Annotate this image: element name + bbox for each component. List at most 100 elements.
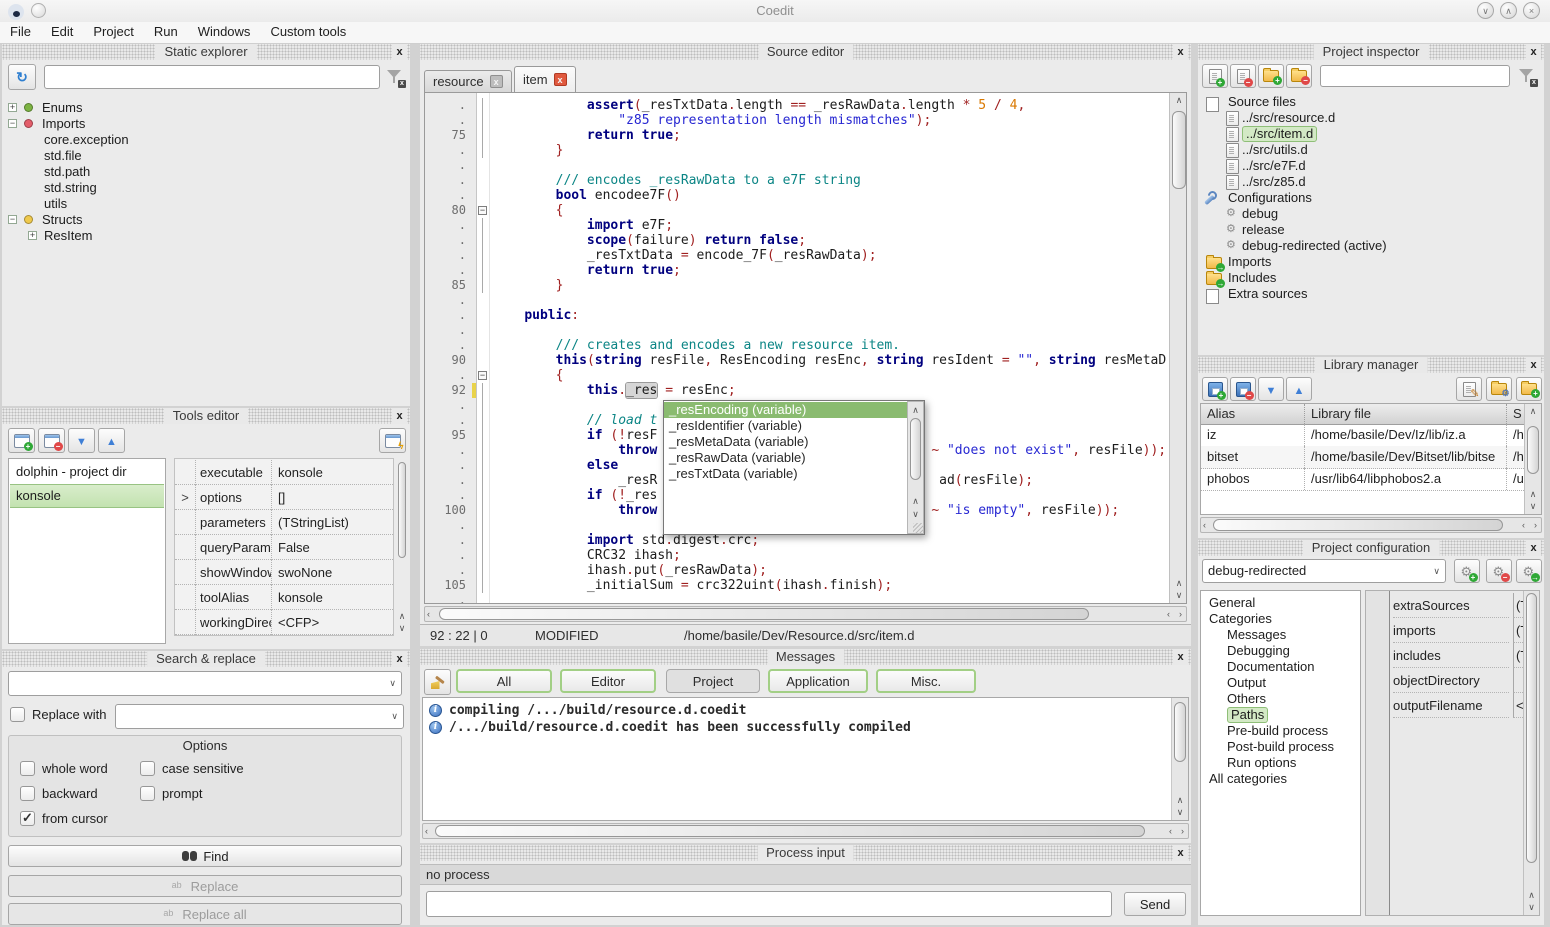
scroll-up-icon[interactable]: ∧ [1170, 94, 1187, 106]
menu-item-custom-tools[interactable]: Custom tools [260, 22, 356, 42]
move-tool-down-button[interactable] [68, 428, 95, 453]
option-checkbox-prompt[interactable] [140, 786, 155, 801]
replace-all-button[interactable]: Replace all [8, 903, 402, 925]
fold-collapse-icon[interactable]: − [478, 371, 487, 380]
option-checkbox-whole-word[interactable] [20, 761, 35, 776]
menu-item-file[interactable]: File [0, 22, 41, 42]
tree-item[interactable]: +Enums [2, 100, 408, 116]
message-row[interactable]: /.../build/resource.d.coedit has been su… [427, 719, 1168, 736]
tree-item[interactable]: core.exception [2, 132, 408, 148]
project-tree-item[interactable]: →Imports [1198, 254, 1542, 270]
tools-grid-scrollbar[interactable]: ∧∧∨ [396, 458, 408, 636]
scroll-down-icon[interactable]: ∨ [1172, 806, 1188, 818]
scroll-thumb[interactable] [439, 608, 1089, 620]
configuration-categories[interactable]: GeneralCategoriesMessagesDebuggingDocume… [1200, 590, 1361, 916]
close-panel-icon[interactable]: x [1173, 44, 1188, 60]
column-header[interactable]: Alias [1201, 404, 1304, 424]
scroll-thumb[interactable] [910, 418, 921, 480]
scroll-left-icon[interactable]: ‹ [1169, 825, 1172, 837]
scroll-up-icon[interactable]: ∧ [908, 404, 923, 416]
completion-item[interactable]: _resTxtData (variable) [664, 466, 907, 482]
editor-tab-item[interactable]: itemx [514, 66, 576, 92]
tool-list-item[interactable]: dolphin - project dir [10, 460, 164, 484]
project-tree-item[interactable]: debug [1198, 206, 1542, 222]
property-value[interactable]: konsole [271, 585, 393, 610]
project-tree-item[interactable]: Extra sources [1198, 286, 1542, 302]
config-category[interactable]: Documentation [1201, 659, 1358, 675]
editor-gutter[interactable]: ..75....80....85....90.92..95....100....… [425, 93, 477, 603]
scroll-left-icon[interactable]: ‹ [1203, 519, 1206, 531]
send-button[interactable]: Send [1124, 892, 1186, 916]
inspector-filter-input[interactable] [1320, 65, 1510, 87]
completion-item[interactable]: _resIdentifier (variable) [664, 418, 907, 434]
project-tree-item[interactable]: ../src/z85.d [1198, 174, 1542, 190]
tab-close-icon[interactable]: x [554, 73, 567, 86]
editor-vscrollbar[interactable]: ∧∧∨ [1169, 93, 1187, 603]
option-checkbox-backward[interactable] [20, 786, 35, 801]
configuration-select[interactable]: debug-redirected∨ [1202, 559, 1446, 583]
scroll-left-icon[interactable]: ‹ [1167, 608, 1170, 620]
scroll-down-icon[interactable]: ∨ [1525, 500, 1541, 512]
project-tree-item[interactable]: debug-redirected (active) [1198, 238, 1542, 254]
add-source-button[interactable]: + [1202, 64, 1228, 88]
library-from-folder-button[interactable]: ⚙ [1486, 377, 1512, 401]
property-value[interactable]: <CFP> [271, 610, 393, 635]
edit-library-button[interactable] [1456, 377, 1482, 401]
refresh-button[interactable] [8, 64, 36, 90]
property-value[interactable]: (TStringList) [271, 510, 393, 535]
menu-item-project[interactable]: Project [83, 22, 143, 42]
completion-item[interactable]: _resMetaData (variable) [664, 434, 907, 450]
scroll-right-icon[interactable]: › [1534, 519, 1537, 531]
add-configuration-button[interactable]: + [1454, 559, 1480, 583]
maximize-button[interactable]: ∧ [1500, 2, 1517, 19]
tree-item[interactable]: std.string [2, 180, 408, 196]
symbol-search-input[interactable] [44, 65, 380, 89]
property-name[interactable]: queryParameters [195, 535, 271, 560]
close-button[interactable]: × [1523, 2, 1540, 19]
replace-term-combo[interactable]: ∨ [115, 704, 404, 729]
tree-item[interactable]: +ResItem [2, 228, 408, 244]
process-input-field[interactable] [426, 891, 1112, 917]
scroll-up-icon[interactable]: ∧ [1172, 794, 1188, 806]
tree-item[interactable]: utils [2, 196, 408, 212]
property-value[interactable]: [] [271, 485, 393, 510]
library-vscrollbar[interactable]: ∧∧∨ [1524, 404, 1541, 514]
scroll-up-icon[interactable]: ∧ [396, 610, 408, 622]
remove-library-button[interactable]: − [1230, 377, 1256, 401]
add-library-folder-button[interactable]: + [1516, 377, 1542, 401]
property-value[interactable]: konsole [271, 460, 393, 485]
clear-messages-button[interactable] [424, 669, 451, 695]
close-panel-icon[interactable]: x [1173, 649, 1188, 665]
tools-list[interactable]: dolphin - project dirkonsole [8, 458, 166, 644]
remove-configuration-button[interactable]: − [1486, 559, 1512, 583]
menu-item-run[interactable]: Run [144, 22, 188, 42]
tree-item[interactable]: std.file [2, 148, 408, 164]
completion-popup[interactable]: _resEncoding (variable)_resIdentifier (v… [663, 400, 925, 535]
scroll-left-icon[interactable]: ‹ [427, 608, 430, 620]
project-tree-item[interactable]: →Includes [1198, 270, 1542, 286]
expander-icon[interactable]: + [8, 103, 17, 112]
scroll-left-icon[interactable]: ‹ [425, 825, 428, 837]
property-name[interactable]: showWindows [195, 560, 271, 585]
project-tree-item[interactable]: Configurations [1198, 190, 1542, 206]
scroll-left-icon[interactable]: ‹ [1522, 519, 1525, 531]
property-name[interactable]: includes [1393, 643, 1509, 668]
editor-hscrollbar[interactable]: ‹‹› [424, 606, 1187, 622]
expander-icon[interactable]: + [28, 231, 37, 240]
config-category[interactable]: Post-build process [1201, 739, 1358, 755]
property-name[interactable]: options [195, 485, 271, 510]
close-panel-icon[interactable]: x [1526, 540, 1541, 556]
messages-list[interactable]: compiling /.../build/resource.d.coedit/.… [422, 697, 1189, 821]
scroll-thumb[interactable] [1213, 519, 1503, 531]
config-category[interactable]: Messages [1201, 627, 1358, 643]
scroll-down-icon[interactable]: ∨ [396, 622, 408, 634]
config-category[interactable]: Paths [1201, 707, 1358, 723]
property-name[interactable]: executable [195, 460, 271, 485]
config-category[interactable]: Run options [1201, 755, 1358, 771]
property-value[interactable]: False [271, 535, 393, 560]
messages-filter-project[interactable]: Project [666, 669, 760, 693]
project-tree-item[interactable]: release [1198, 222, 1542, 238]
property-name[interactable]: extraSources [1393, 593, 1509, 618]
scroll-up-icon[interactable]: ∧ [1524, 889, 1539, 901]
scroll-thumb[interactable] [1174, 702, 1186, 762]
